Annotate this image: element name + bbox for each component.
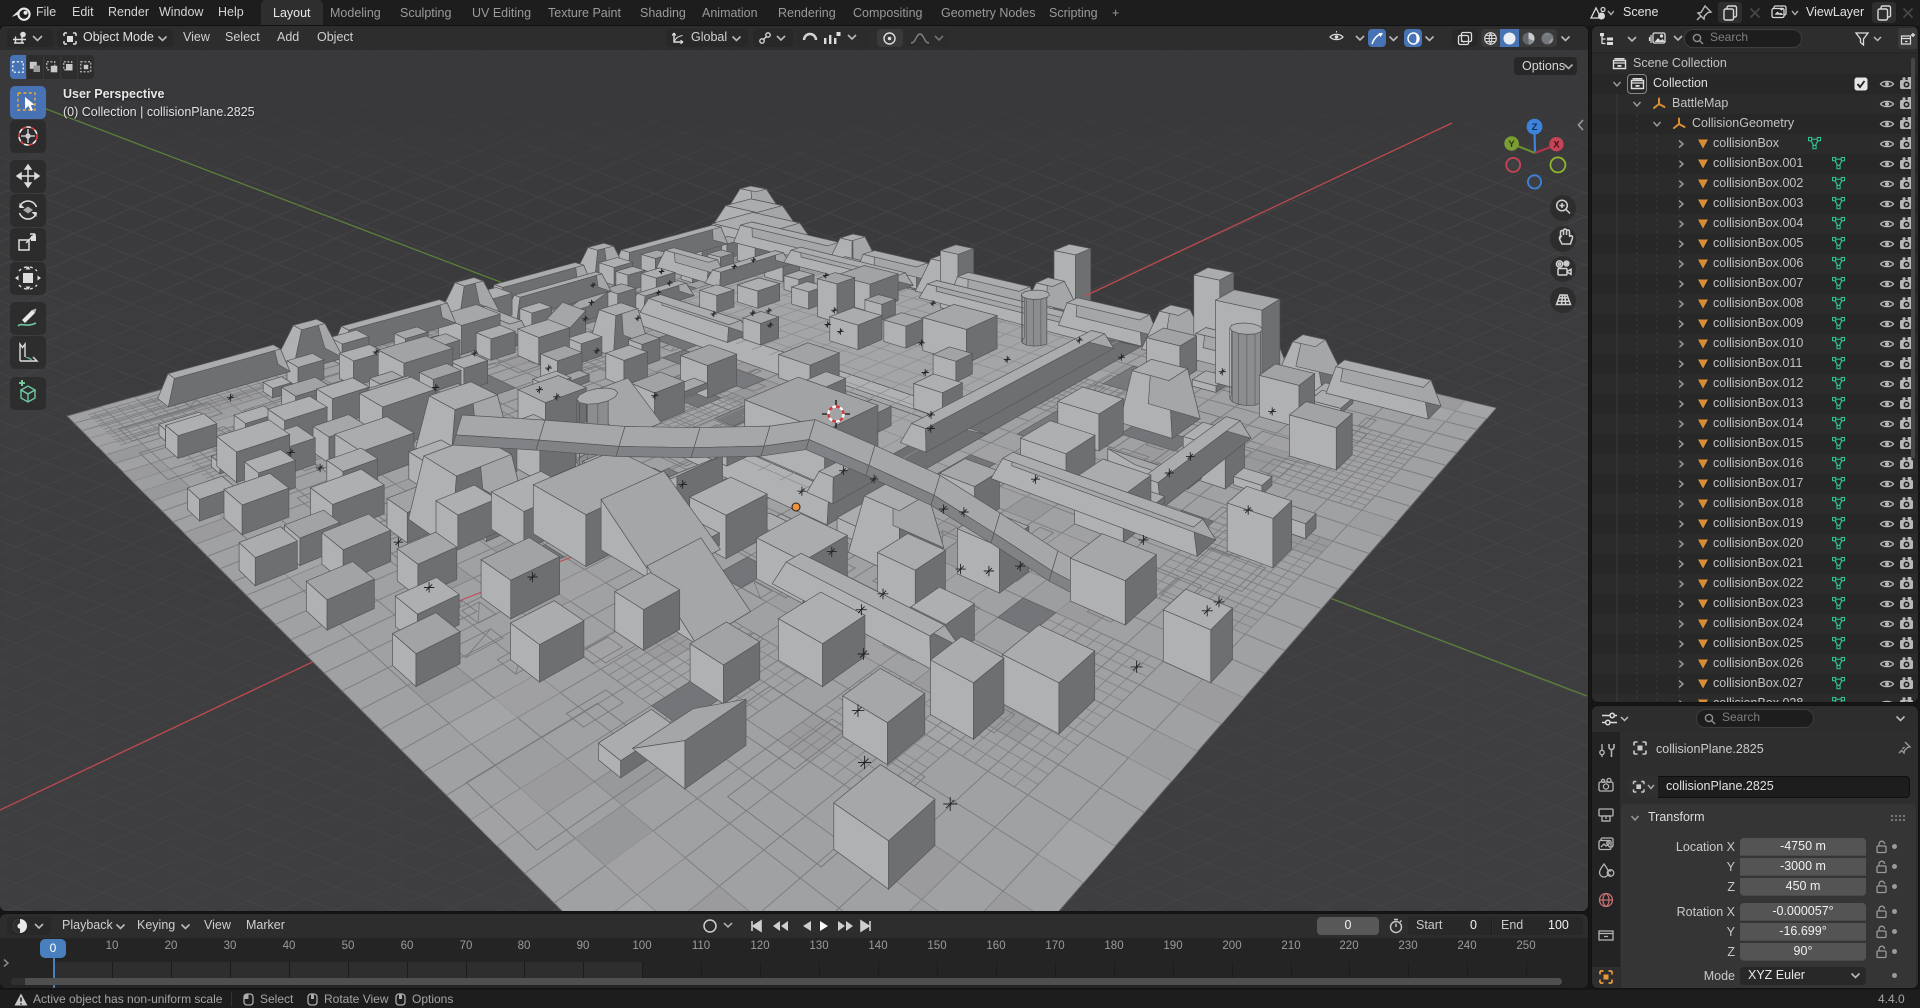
svg-text:Y: Y [1508, 139, 1515, 150]
svg-text:X: X [1553, 140, 1560, 151]
svg-text:Z: Z [1532, 122, 1538, 133]
